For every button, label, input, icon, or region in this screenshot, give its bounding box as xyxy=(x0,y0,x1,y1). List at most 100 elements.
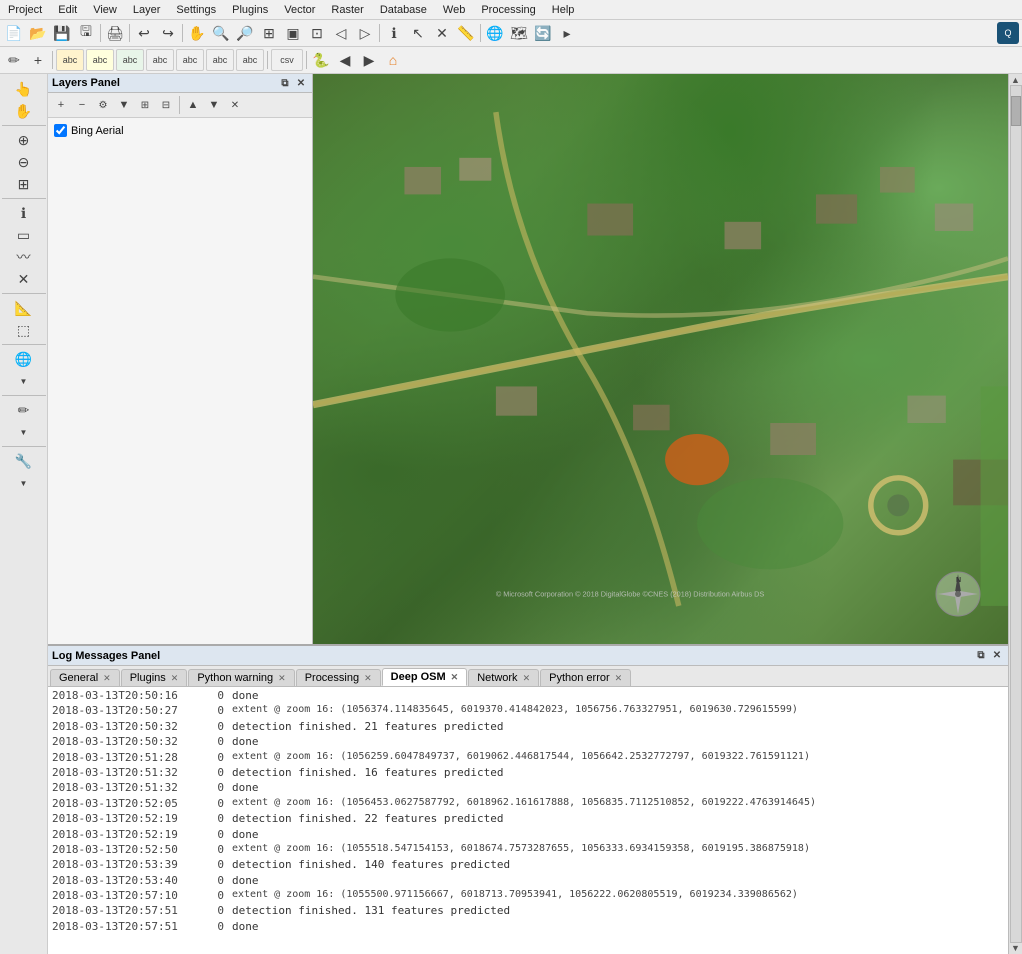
remove-layer-button[interactable]: − xyxy=(73,96,91,114)
menu-processing[interactable]: Processing xyxy=(473,2,543,18)
menu-web[interactable]: Web xyxy=(435,2,473,18)
label-tool-4[interactable]: abc xyxy=(146,49,174,71)
layers-panel-close-button[interactable]: ✕ xyxy=(294,76,308,90)
menu-project[interactable]: Project xyxy=(0,2,50,18)
tab-python-error-close[interactable]: ✕ xyxy=(615,673,623,684)
label-tool-7[interactable]: abc xyxy=(236,49,264,71)
add-vector-layer-button[interactable]: + xyxy=(52,96,70,114)
edit-toggle-button[interactable]: ✏ xyxy=(3,49,25,71)
measure-button[interactable]: 📏 xyxy=(455,22,477,44)
select-button[interactable]: ↖ xyxy=(407,22,429,44)
new-project-button[interactable]: 📄 xyxy=(3,22,25,44)
tab-general-close[interactable]: ✕ xyxy=(103,673,111,684)
save-as-button[interactable]: 🖫 xyxy=(75,22,97,44)
forward-button[interactable]: ▶ xyxy=(358,49,380,71)
zoom-full-button[interactable]: ⊞ xyxy=(258,22,280,44)
menu-edit[interactable]: Edit xyxy=(50,2,85,18)
remove-layer-2-button[interactable]: ✕ xyxy=(226,96,244,114)
zoom-next-button[interactable]: ▷ xyxy=(354,22,376,44)
zoom-selection-button[interactable]: ⊡ xyxy=(306,22,328,44)
tab-deep-osm-close[interactable]: ✕ xyxy=(451,672,459,683)
tab-plugins-close[interactable]: ✕ xyxy=(171,673,179,684)
refresh-button[interactable]: 🔄 xyxy=(532,22,554,44)
zoom-out-button[interactable]: 🔎 xyxy=(234,22,256,44)
pan-button[interactable]: ✋ xyxy=(186,22,208,44)
menu-view[interactable]: View xyxy=(85,2,125,18)
layers-expand-tool[interactable]: ▼ xyxy=(14,371,34,391)
advanced-digitize-tool[interactable]: ▼ xyxy=(14,422,34,442)
add-wms-button[interactable]: 🌐 xyxy=(484,22,506,44)
more-tools-button[interactable]: ▸ xyxy=(556,22,578,44)
label-tool-5[interactable]: abc xyxy=(176,49,204,71)
back-button[interactable]: ◀ xyxy=(334,49,356,71)
digitize-tool[interactable]: ✏ xyxy=(14,400,34,420)
select-rect-tool[interactable]: ▭ xyxy=(14,225,34,245)
zoom-box-tool[interactable]: ⊞ xyxy=(14,174,34,194)
save-project-button[interactable]: 💾 xyxy=(51,22,73,44)
add-feature-button[interactable]: + xyxy=(27,49,49,71)
tab-processing[interactable]: Processing ✕ xyxy=(296,669,381,686)
tab-python-error[interactable]: Python error ✕ xyxy=(540,669,631,686)
label-tool-3[interactable]: abc xyxy=(116,49,144,71)
open-project-button[interactable]: 📂 xyxy=(27,22,49,44)
menu-database[interactable]: Database xyxy=(372,2,435,18)
plugin-tool-expand[interactable]: ▼ xyxy=(14,473,34,493)
move-layer-up-button[interactable]: ▲ xyxy=(184,96,202,114)
collapse-all-button[interactable]: ⊟ xyxy=(157,96,175,114)
layers-panel-float-button[interactable]: ⧉ xyxy=(278,76,292,90)
menu-settings[interactable]: Settings xyxy=(168,2,224,18)
menu-plugins[interactable]: Plugins xyxy=(224,2,276,18)
scroll-down-arrow[interactable]: ▼ xyxy=(1011,943,1020,953)
hand-tool[interactable]: ✋ xyxy=(14,101,34,121)
zoom-in-button[interactable]: 🔍 xyxy=(210,22,232,44)
scroll-up-arrow[interactable]: ▲ xyxy=(1011,75,1020,85)
layer-bing-aerial-checkbox[interactable] xyxy=(54,124,67,137)
tab-deep-osm[interactable]: Deep OSM ✕ xyxy=(382,668,468,686)
measure-area-tool[interactable]: ⬚ xyxy=(14,320,34,340)
undo-button[interactable]: ↩ xyxy=(133,22,155,44)
tab-network[interactable]: Network ✕ xyxy=(468,669,539,686)
csv-button[interactable]: csv xyxy=(271,49,303,71)
tab-python-warning[interactable]: Python warning ✕ xyxy=(188,669,294,686)
select-freehand-tool[interactable]: 〰 xyxy=(14,247,34,267)
log-content[interactable]: 2018-03-13T20:50:160done2018-03-13T20:50… xyxy=(48,687,1008,954)
deselect-button[interactable]: ✕ xyxy=(431,22,453,44)
tab-general[interactable]: General ✕ xyxy=(50,669,120,686)
label-tool-6[interactable]: abc xyxy=(206,49,234,71)
add-wfs-button[interactable]: 🗺 xyxy=(508,22,530,44)
zoom-last-button[interactable]: ◁ xyxy=(330,22,352,44)
print-button[interactable]: 🖨 xyxy=(104,22,126,44)
tab-python-warning-close[interactable]: ✕ xyxy=(278,673,286,684)
label-tool-1[interactable]: abc xyxy=(56,49,84,71)
menu-vector[interactable]: Vector xyxy=(276,2,323,18)
move-layer-down-button[interactable]: ▼ xyxy=(205,96,223,114)
tab-plugins[interactable]: Plugins ✕ xyxy=(121,669,188,686)
redo-button[interactable]: ↪ xyxy=(157,22,179,44)
measure-line-tool[interactable]: 📐 xyxy=(14,298,34,318)
python-button[interactable]: 🐍 xyxy=(310,49,332,71)
layers-globe-tool[interactable]: 🌐 xyxy=(14,349,34,369)
menu-help[interactable]: Help xyxy=(544,2,583,18)
identify-map-tool[interactable]: ℹ xyxy=(14,203,34,223)
menu-raster[interactable]: Raster xyxy=(323,2,371,18)
menu-layer[interactable]: Layer xyxy=(125,2,169,18)
zoom-layer-button[interactable]: ▣ xyxy=(282,22,304,44)
map-area[interactable]: © Microsoft Corporation © 2018 DigitalGl… xyxy=(313,74,1008,644)
plugin-tool-1[interactable]: 🔧 xyxy=(14,451,34,471)
identify-button[interactable]: ℹ xyxy=(383,22,405,44)
deselect-all-tool[interactable]: ✕ xyxy=(14,269,34,289)
label-tool-2[interactable]: abc xyxy=(86,49,114,71)
home-button[interactable]: ⌂ xyxy=(382,49,404,71)
touch-tool[interactable]: 👆 xyxy=(14,79,34,99)
layer-bing-aerial[interactable]: Bing Aerial xyxy=(52,122,308,139)
filter-layer-button[interactable]: ▼ xyxy=(115,96,133,114)
log-panel-close-button[interactable]: ✕ xyxy=(990,649,1004,663)
open-layer-properties-button[interactable]: ⚙ xyxy=(94,96,112,114)
tab-network-close[interactable]: ✕ xyxy=(523,673,531,684)
zoom-out-map-tool[interactable]: ⊖ xyxy=(14,152,34,172)
scroll-track[interactable] xyxy=(1010,85,1022,943)
tab-processing-close[interactable]: ✕ xyxy=(364,673,372,684)
zoom-in-map-tool[interactable]: ⊕ xyxy=(14,130,34,150)
expand-all-button[interactable]: ⊞ xyxy=(136,96,154,114)
log-panel-float-button[interactable]: ⧉ xyxy=(974,649,988,663)
